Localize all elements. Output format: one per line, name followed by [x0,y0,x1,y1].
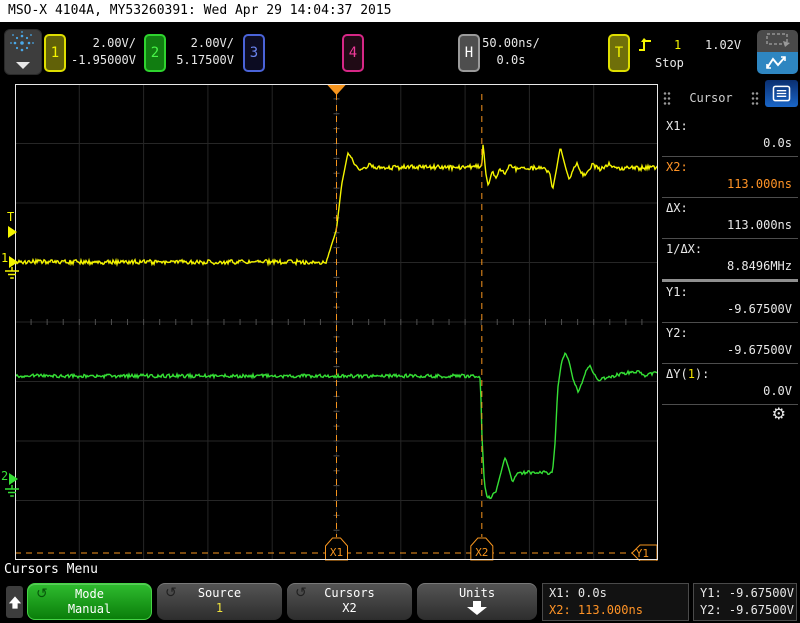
acquisition-status: Stop [655,56,684,70]
cursor-panel-title: Cursor [689,91,733,105]
dx-value: 113.000ns [726,218,792,232]
softkey-value: 1 [215,601,224,615]
svg-text:X2: X2 [475,546,488,559]
cursor-row-x2: X2: 113.000ns [662,157,798,198]
panel-menu-button[interactable] [765,80,798,107]
channel-1-button[interactable]: 1 [44,34,66,72]
trigger-level-marker-label: T [7,210,15,224]
waveform-display[interactable]: X1 X2 Y1 [15,84,658,561]
trigger-level-marker[interactable] [8,226,17,238]
waveform-touch-button[interactable] [757,52,798,74]
drag-grip-icon[interactable] [751,90,759,106]
channel-1-readout[interactable]: 2.00V/ -1.95000V [64,35,136,69]
dx-label: ΔX: [666,201,688,215]
x-cursor-readout-box: X1: 0.0s X2: 113.000ns [542,583,689,621]
channel-3-button[interactable]: 3 [243,34,265,72]
x2-readout: X2: 113.000ns [549,603,643,617]
inverse-dx-value: 8.8496MHz [726,259,792,273]
y2-readout: Y2: -9.67500V [700,603,794,617]
menu-icon [772,85,791,102]
display-tools [757,30,798,74]
channel-2-readout[interactable]: 2.00V/ 5.17500V [164,35,234,69]
softkey-label: Units [458,586,496,600]
cursor-row-y2: Y2: -9.67500V [662,323,798,364]
y2-label: Y2: [666,326,688,340]
horizontal-button[interactable]: H [458,34,480,72]
rotate-icon: ↺ [36,586,48,602]
softkey-source[interactable]: ↺ Source 1 [157,583,282,620]
channel-2-label: 2 [150,45,160,61]
dy-value: 0.0V [763,384,792,398]
dy-label: ΔY(1): [666,367,710,381]
softkey-units[interactable]: Units [417,583,537,620]
cursor-panel: Cursor X1: 0.0s X2: 113.000ns ΔX: 113.00… [660,80,800,561]
channel-4-label: 4 [348,45,358,61]
channel-1-label: 1 [50,45,60,61]
trigger-button[interactable]: T [608,34,630,72]
model-serial-datetime: MSO-X 4104A, MY53260391: Wed Apr 29 14:0… [8,3,392,18]
svg-text:X1: X1 [330,546,343,559]
horizontal-readout[interactable]: 50.00ns/ 0.0s [480,35,542,69]
channel-2-button[interactable]: 2 [144,34,166,72]
channel-1-ground-label: 1 [1,251,9,265]
x2-value: 113.000ns [726,177,792,191]
cursor-row-y1: Y1: -9.67500V [662,282,798,323]
channel-1-offset: -1.95000V [70,53,136,67]
channel-1-scale: 2.00V/ [92,36,136,50]
ground-symbol-icon [5,485,19,497]
title-bar: MSO-X 4104A, MY53260391: Wed Apr 29 14:0… [0,0,800,22]
rotate-icon: ↺ [295,585,307,601]
keysight-logo-button[interactable] [4,29,42,75]
cursor-readouts: X1: 0.0s X2: 113.000ns ΔX: 113.000ns 1/Δ… [662,116,798,405]
zoom-select-button[interactable] [757,30,798,52]
y1-label: Y1: [666,285,688,299]
spark-logo-icon [10,31,34,52]
x2-label: X2: [666,160,688,174]
channel-3-label: 3 [249,45,259,61]
channel-2-ground-marker[interactable] [9,473,18,485]
timebase-scale: 50.00ns/ [482,36,540,50]
x1-label: X1: [666,119,688,133]
y1-value: -9.67500V [726,302,792,316]
softkey-menu-bar: Cursors Menu ↺ Mode Manual ↺ Source 1 ↺ … [0,561,800,623]
inverse-dx-label: 1/ΔX: [666,242,703,256]
up-arrow-icon [8,595,21,609]
channel-4-button[interactable]: 4 [342,34,364,72]
selection-rect-icon [766,33,790,47]
ground-symbol-icon [5,267,19,279]
cursor-row-dx: ΔX: 113.000ns [662,198,798,239]
y-cursor-readout-box: Y1: -9.67500V Y2: -9.67500V [693,583,797,621]
oscilloscope-screen: MSO-X 4104A, MY53260391: Wed Apr 29 14:0… [0,0,800,623]
softkey-value: X2 [342,601,357,615]
down-arrow-icon [467,601,487,615]
rising-edge-icon [639,38,651,51]
x1-readout: X1: 0.0s [549,586,607,600]
softkey-mode[interactable]: ↺ Mode Manual [27,583,152,620]
trigger-time-marker [326,84,347,95]
cursor-row-x1: X1: 0.0s [662,116,798,157]
menu-up-button[interactable] [6,586,23,618]
y1-readout: Y1: -9.67500V [700,586,794,600]
channel-2-scale: 2.00V/ [190,36,234,50]
cursor-row-inverse-dx: 1/ΔX: 8.8496MHz [662,239,798,282]
cursor-row-dy: ΔY(1): 0.0V [662,364,798,405]
timebase-delay: 0.0s [496,53,526,67]
toolbar: 1 2.00V/ -1.95000V 2 2.00V/ 5.17500V 3 4… [0,22,800,80]
softkey-cursors[interactable]: ↺ Cursors X2 [287,583,412,620]
x1-value: 0.0s [763,136,792,150]
scope-main-area: X1 X2 Y1 T 1 2 Cursor X1: 0.0s X2: 113.0… [0,80,800,561]
trigger-level-value: 1.02V [705,38,742,52]
trigger-source: 1 [674,38,682,52]
gear-icon[interactable]: ⚙ [772,404,786,423]
rotate-icon: ↺ [165,585,177,601]
menu-title: Cursors Menu [4,562,98,577]
channel-2-ground-label: 2 [1,469,9,483]
y2-value: -9.67500V [726,343,792,357]
chevron-down-icon [16,62,30,69]
drag-grip-icon[interactable] [663,90,671,106]
softkey-value: Manual [67,602,112,616]
channel-2-offset: 5.17500V [176,53,234,67]
waveform-zigzag-icon [766,56,786,69]
svg-text:Y1: Y1 [636,547,649,560]
